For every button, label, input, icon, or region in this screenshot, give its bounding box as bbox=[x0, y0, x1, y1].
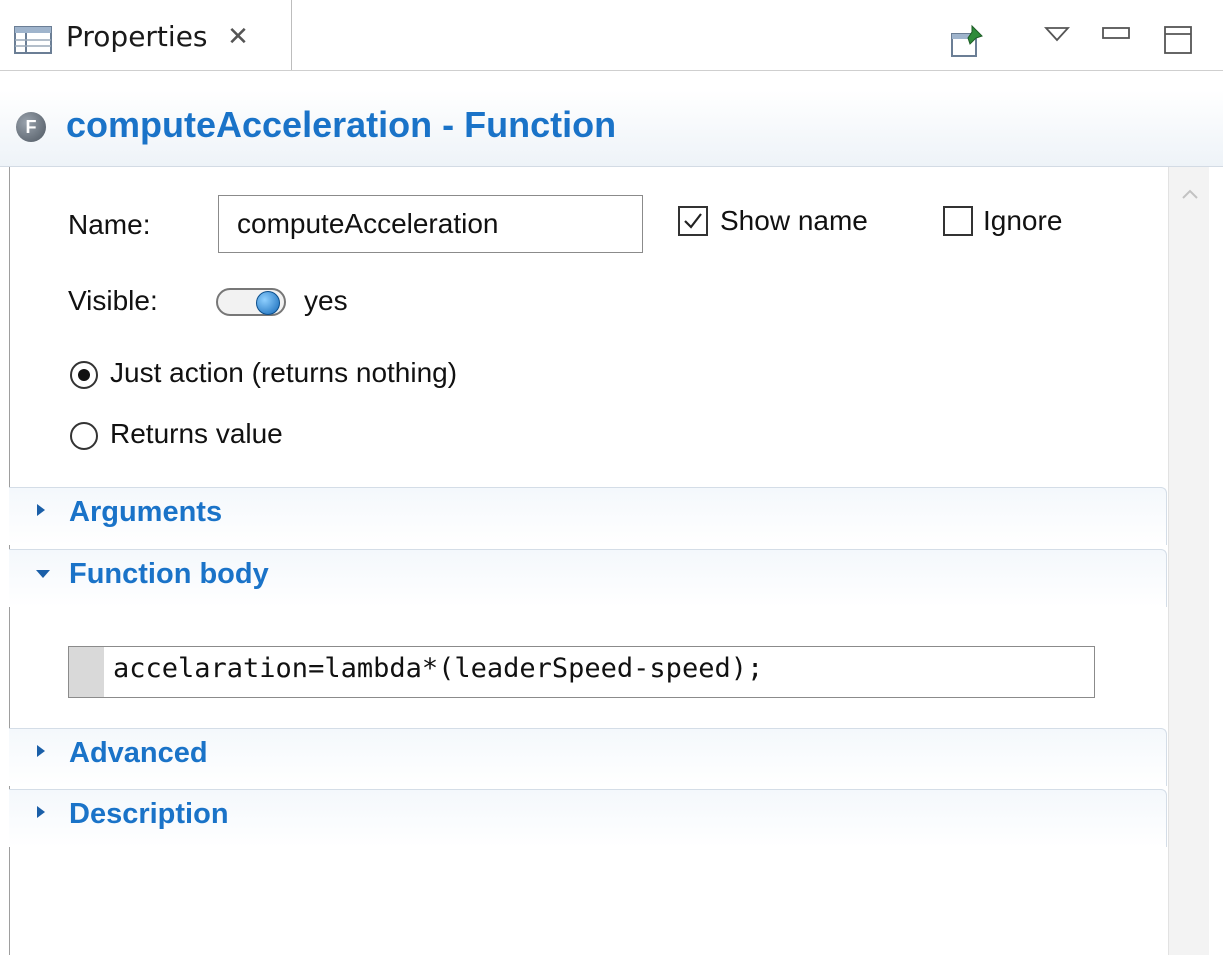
code-line[interactable]: accelaration=lambda*(leaderSpeed-speed); bbox=[113, 653, 763, 684]
function-icon: F bbox=[16, 112, 46, 142]
returns-value-label: Returns value bbox=[110, 418, 283, 449]
just-action-radio[interactable] bbox=[70, 361, 98, 389]
expand-arrow-icon bbox=[35, 502, 47, 523]
function-body-editor[interactable]: accelaration=lambda*(leaderSpeed-speed); bbox=[68, 646, 1095, 698]
code-gutter bbox=[69, 647, 104, 697]
visible-value: yes bbox=[304, 285, 348, 316]
tab-properties[interactable]: Properties ✕ bbox=[0, 0, 292, 70]
just-action-label: Just action (returns nothing) bbox=[110, 357, 458, 388]
minimize-icon[interactable] bbox=[1102, 26, 1130, 45]
section-arguments[interactable]: Arguments bbox=[9, 487, 1167, 545]
name-field[interactable]: computeAcceleration bbox=[218, 195, 643, 253]
vertical-scrollbar[interactable] bbox=[1168, 167, 1209, 955]
page-title: computeAcceleration - Function bbox=[66, 104, 617, 145]
name-label: Name: bbox=[68, 209, 151, 240]
visible-toggle[interactable] bbox=[216, 288, 286, 316]
section-title: Function body bbox=[69, 558, 269, 590]
properties-icon bbox=[14, 26, 52, 58]
radio-selected-dot bbox=[78, 369, 90, 381]
scroll-up-icon[interactable] bbox=[1181, 181, 1199, 205]
collapse-arrow-icon bbox=[35, 564, 51, 585]
properties-content: Name: computeAcceleration Show name Igno… bbox=[0, 167, 1223, 955]
visible-label: Visible: bbox=[68, 285, 158, 316]
ignore-checkbox[interactable] bbox=[943, 206, 973, 236]
returns-value-radio[interactable] bbox=[70, 422, 98, 450]
toggle-knob bbox=[256, 291, 280, 315]
properties-header: F computeAcceleration - Function bbox=[0, 90, 1223, 167]
section-title: Advanced bbox=[69, 737, 208, 769]
section-function-body[interactable]: Function body bbox=[9, 549, 1167, 607]
ignore-label: Ignore bbox=[983, 205, 1063, 236]
tab-label: Properties bbox=[66, 20, 208, 53]
section-title: Description bbox=[69, 798, 229, 830]
view-tab-bar: Properties ✕ bbox=[0, 0, 1223, 71]
view-menu-icon[interactable] bbox=[1043, 26, 1071, 46]
expand-arrow-icon bbox=[35, 804, 47, 825]
section-description[interactable]: Description bbox=[9, 789, 1167, 847]
section-advanced[interactable]: Advanced bbox=[9, 728, 1167, 786]
pin-icon[interactable] bbox=[950, 24, 984, 62]
maximize-icon[interactable] bbox=[1164, 26, 1192, 58]
close-tab-icon[interactable]: ✕ bbox=[223, 22, 253, 52]
show-name-label: Show name bbox=[720, 205, 868, 236]
expand-arrow-icon bbox=[35, 743, 47, 764]
section-title: Arguments bbox=[69, 496, 223, 528]
show-name-checkbox[interactable] bbox=[678, 206, 708, 236]
